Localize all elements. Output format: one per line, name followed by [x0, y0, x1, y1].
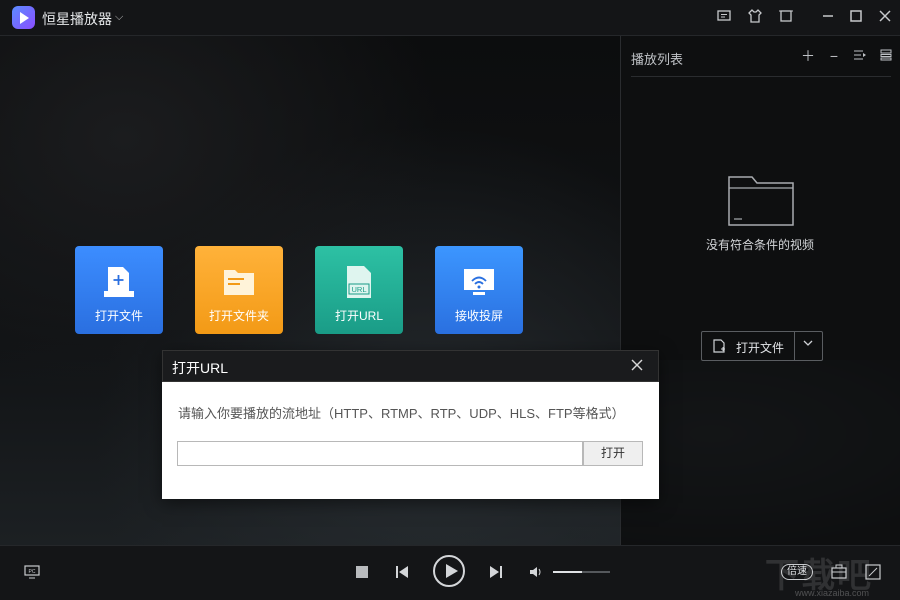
svg-text:PC: PC: [29, 569, 36, 575]
dialog-title: 打开URL: [172, 360, 229, 376]
button-divider: [794, 332, 795, 360]
mini-mode-icon[interactable]: [776, 8, 796, 28]
dialog-header[interactable]: [162, 350, 659, 382]
open-folder-tile[interactable]: 打开文件夹: [195, 246, 283, 334]
maximize-icon[interactable]: [846, 8, 866, 28]
watermark-site: www.xiazaiba.com: [795, 588, 870, 598]
url-icon-text: URL: [351, 285, 366, 294]
next-icon[interactable]: [489, 565, 503, 582]
screen-cast-icon: [464, 269, 494, 295]
close-icon[interactable]: [875, 8, 895, 28]
app-title[interactable]: 恒星播放器: [42, 9, 112, 29]
playlist-divider: [631, 76, 891, 77]
pc-icon[interactable]: PC: [24, 565, 40, 582]
remove-icon[interactable]: −: [826, 48, 842, 64]
open-file-tile[interactable]: 打开文件: [75, 246, 163, 334]
url-input[interactable]: [177, 441, 583, 466]
dialog-close-icon[interactable]: [627, 357, 647, 377]
receive-cast-tile[interactable]: 接收投屏: [435, 246, 523, 334]
volume-icon[interactable]: [529, 565, 543, 582]
open-url-label: 打开URL: [334, 309, 383, 323]
playlist-open-file-label: 打开文件: [736, 341, 785, 355]
playlist-panel: [620, 36, 900, 545]
skin-icon[interactable]: [745, 8, 765, 28]
folder-icon: [224, 270, 254, 295]
title-bar: [0, 0, 900, 36]
url-file-icon: URL: [347, 266, 371, 298]
url-open-button[interactable]: 打开: [583, 441, 643, 466]
playlist-mode-icon[interactable]: [852, 48, 868, 64]
app-logo-icon: [12, 6, 35, 29]
playlist-title: 播放列表: [631, 52, 684, 67]
open-folder-label: 打开文件夹: [208, 309, 269, 323]
list-view-icon[interactable]: [878, 48, 894, 64]
stop-icon[interactable]: [356, 566, 368, 581]
open-url-tile[interactable]: URL 打开URL: [315, 246, 403, 334]
dialog-prompt: 请输入你要播放的流地址（HTTP、RTMP、RTP、UDP、HLS、FTP等格式…: [178, 406, 625, 421]
feedback-icon[interactable]: [714, 8, 734, 28]
open-file-icon: [104, 267, 134, 297]
minimize-icon[interactable]: [818, 8, 838, 28]
add-file-icon: [713, 339, 725, 353]
volume-level: [553, 571, 582, 573]
open-file-label: 打开文件: [94, 309, 143, 323]
app-menu-chevron-icon[interactable]: ⌵: [115, 11, 123, 24]
play-icon[interactable]: [433, 555, 465, 587]
empty-playlist-text: 没有符合条件的视频: [705, 238, 814, 252]
empty-folder-icon: [728, 176, 794, 226]
receive-cast-label: 接收投屏: [454, 309, 503, 323]
dropdown-chevron-icon[interactable]: [802, 337, 814, 352]
previous-icon[interactable]: [395, 565, 409, 582]
add-icon[interactable]: ＋: [800, 48, 816, 64]
playlist-open-file-button[interactable]: 打开文件: [701, 331, 823, 361]
